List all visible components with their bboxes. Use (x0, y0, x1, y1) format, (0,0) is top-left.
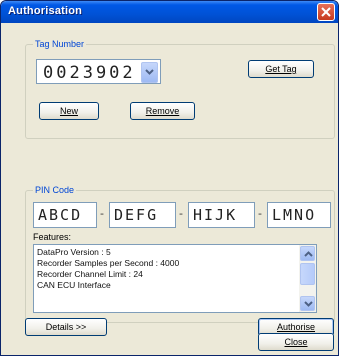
pin-separator-3: - (258, 207, 262, 220)
tag-number-combo[interactable]: 0023902 (36, 59, 161, 84)
feature-item: DataPro Version : 5 (37, 247, 111, 257)
close-label: Close (284, 337, 308, 347)
pin-part-3[interactable]: HIJK (188, 202, 255, 228)
pin-part-2[interactable]: DEFG (109, 202, 176, 228)
pin-separator-2: - (179, 207, 183, 220)
pin-separator-1: - (100, 207, 104, 220)
window-title: Authorisation (8, 5, 83, 17)
details-button[interactable]: Details >> (25, 318, 107, 336)
close-button[interactable]: Close (258, 333, 334, 351)
new-label: New (59, 106, 78, 116)
remove-label: Remove (145, 106, 180, 116)
authorise-label: Authorise (276, 322, 316, 332)
feature-item: Recorder Channel Limit : 24 (37, 269, 143, 279)
get-tag-label: Get Tag (265, 64, 297, 74)
authorisation-dialog: Authorisation Tag Number 0023902 Get Tag… (0, 0, 339, 356)
close-icon (321, 7, 331, 17)
scroll-down-button[interactable] (300, 296, 315, 311)
title-bar[interactable]: Authorisation (1, 1, 338, 23)
features-label: Features: (33, 232, 72, 242)
chevron-down-icon (145, 69, 154, 75)
chevron-up-icon (304, 251, 313, 257)
details-label: Details >> (45, 322, 87, 332)
chevron-down-icon (304, 301, 313, 307)
tag-dropdown-button[interactable] (141, 62, 158, 83)
scroll-thumb[interactable] (300, 263, 315, 285)
tag-number-value: 0023902 (43, 63, 136, 83)
tag-number-group-label: Tag Number (33, 39, 87, 49)
get-tag-button[interactable]: Get Tag (248, 60, 314, 78)
pin-part-1[interactable]: ABCD (33, 202, 97, 228)
close-window-button[interactable] (317, 3, 335, 21)
feature-item: Recorder Samples per Second : 4000 (37, 258, 180, 268)
pin-part-4[interactable]: LMNO (267, 202, 331, 228)
pin-code-group-label: PIN Code (33, 185, 77, 195)
new-button[interactable]: New (39, 102, 99, 120)
scroll-up-button[interactable] (300, 246, 315, 261)
features-list[interactable]: DataPro Version : 5 Recorder Samples per… (33, 244, 317, 313)
remove-button[interactable]: Remove (130, 102, 195, 120)
features-scrollbar[interactable] (299, 245, 316, 312)
feature-item: CAN ECU Interface (37, 280, 111, 290)
